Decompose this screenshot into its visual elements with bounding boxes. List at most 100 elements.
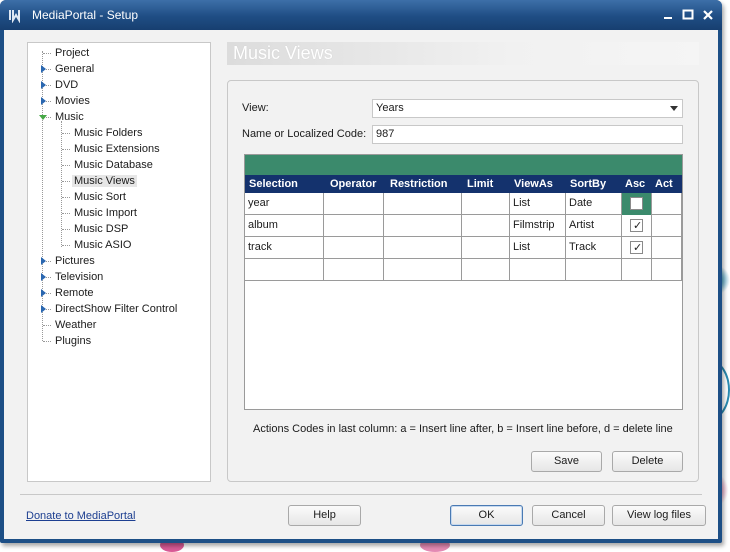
tree-item-music-sort[interactable]: Music Sort xyxy=(72,190,128,204)
tree-item-music-folders[interactable]: Music Folders xyxy=(72,126,144,140)
cell-restriction[interactable] xyxy=(384,193,462,215)
view-dropdown[interactable]: Years xyxy=(372,99,683,118)
delete-button[interactable]: Delete xyxy=(612,451,683,472)
grid-header: Selection Operator Restriction Limit ViewAs S… xyxy=(245,175,682,193)
action-codes-note: Actions Codes in last column: a = Insert… xyxy=(253,423,673,435)
collapsed-arrow-icon[interactable] xyxy=(41,273,46,281)
minimize-button[interactable] xyxy=(660,7,676,23)
cell-viewas[interactable] xyxy=(510,259,566,281)
cell-restriction[interactable] xyxy=(384,215,462,237)
localized-code-field[interactable]: 987 xyxy=(372,125,683,144)
cell-asc[interactable]: ✓ xyxy=(622,237,652,259)
cell-act[interactable] xyxy=(652,237,682,259)
cell-operator[interactable] xyxy=(324,215,384,237)
tree-item-music-dsp[interactable]: Music DSP xyxy=(72,222,130,236)
tree-guide-line xyxy=(43,325,51,326)
tree-item-label: Music Sort xyxy=(74,191,126,203)
help-button[interactable]: Help xyxy=(288,505,361,526)
cell-asc[interactable] xyxy=(622,193,652,215)
cancel-button[interactable]: Cancel xyxy=(532,505,605,526)
tree-item-weather[interactable]: Weather xyxy=(53,318,98,332)
table-row[interactable] xyxy=(245,259,682,281)
views-grid[interactable]: Selection Operator Restriction Limit ViewAs S… xyxy=(244,154,683,410)
tree-item-music-views[interactable]: Music Views xyxy=(72,174,137,188)
cell-asc[interactable]: ✓ xyxy=(622,215,652,237)
tree-item-plugins[interactable]: Plugins xyxy=(53,334,93,348)
cell-limit[interactable] xyxy=(462,259,510,281)
cell-limit[interactable] xyxy=(462,237,510,259)
minimize-icon xyxy=(664,17,672,19)
collapsed-arrow-icon[interactable] xyxy=(41,81,46,89)
tree-item-general[interactable]: General xyxy=(53,62,96,76)
cell-sortby[interactable] xyxy=(566,259,622,281)
collapsed-arrow-icon[interactable] xyxy=(41,289,46,297)
collapsed-arrow-icon[interactable] xyxy=(41,305,46,313)
column-header-restriction[interactable]: Restriction xyxy=(390,175,447,193)
window-title: MediaPortal - Setup xyxy=(32,8,139,22)
maximize-button[interactable] xyxy=(680,7,696,23)
chevron-down-icon[interactable] xyxy=(670,106,678,111)
asc-checkbox[interactable]: ✓ xyxy=(630,241,643,254)
title-bar[interactable]: MediaPortal - Setup xyxy=(0,0,722,30)
close-button[interactable] xyxy=(700,7,716,23)
mediaportal-app-icon xyxy=(9,10,20,23)
tree-item-music[interactable]: Music xyxy=(53,110,86,124)
asc-checkbox[interactable] xyxy=(630,197,643,210)
cell-viewas[interactable]: Filmstrip xyxy=(510,215,566,237)
cell-act[interactable] xyxy=(652,259,682,281)
expanded-arrow-icon[interactable] xyxy=(39,115,47,120)
cell-restriction[interactable] xyxy=(384,237,462,259)
ok-button[interactable]: OK xyxy=(450,505,523,526)
collapsed-arrow-icon[interactable] xyxy=(41,65,46,73)
collapsed-arrow-icon[interactable] xyxy=(41,257,46,265)
cell-selection[interactable]: track xyxy=(245,237,324,259)
cell-asc[interactable] xyxy=(622,259,652,281)
tree-item-dvd[interactable]: DVD xyxy=(53,78,80,92)
cell-act[interactable] xyxy=(652,193,682,215)
cell-viewas[interactable]: List xyxy=(510,193,566,215)
column-header-limit[interactable]: Limit xyxy=(467,175,493,193)
cell-selection[interactable]: album xyxy=(245,215,324,237)
collapsed-arrow-icon[interactable] xyxy=(41,97,46,105)
table-row[interactable]: album Filmstrip Artist ✓ xyxy=(245,215,682,237)
save-button[interactable]: Save xyxy=(531,451,602,472)
tree-item-remote[interactable]: Remote xyxy=(53,286,96,300)
cell-sortby[interactable]: Date xyxy=(566,193,622,215)
cell-limit[interactable] xyxy=(462,215,510,237)
tree-item-movies[interactable]: Movies xyxy=(53,94,92,108)
column-header-selection[interactable]: Selection xyxy=(249,175,298,193)
cell-operator[interactable] xyxy=(324,237,384,259)
cell-viewas[interactable]: List xyxy=(510,237,566,259)
tree-item-television[interactable]: Television xyxy=(53,270,105,284)
tree-item-music-asio[interactable]: Music ASIO xyxy=(72,238,133,252)
maximize-icon xyxy=(682,9,694,20)
cell-limit[interactable] xyxy=(462,193,510,215)
cell-operator[interactable] xyxy=(324,259,384,281)
column-header-operator[interactable]: Operator xyxy=(330,175,376,193)
cell-sortby[interactable]: Artist xyxy=(566,215,622,237)
column-header-viewas[interactable]: ViewAs xyxy=(514,175,553,193)
settings-tree[interactable]: Project General DVD Movies Music Music Folder… xyxy=(27,42,211,482)
tree-item-music-import[interactable]: Music Import xyxy=(72,206,139,220)
cell-selection[interactable] xyxy=(245,259,324,281)
asc-checkbox[interactable]: ✓ xyxy=(630,219,643,232)
view-log-files-button[interactable]: View log files xyxy=(612,505,706,526)
tree-item-music-database[interactable]: Music Database xyxy=(72,158,155,172)
tree-item-music-extensions[interactable]: Music Extensions xyxy=(72,142,162,156)
cell-restriction[interactable] xyxy=(384,259,462,281)
table-row[interactable]: year List Date xyxy=(245,193,682,215)
tree-item-project[interactable]: Project xyxy=(53,46,91,60)
cell-operator[interactable] xyxy=(324,193,384,215)
donate-link[interactable]: Donate to MediaPortal xyxy=(26,510,135,522)
setup-window: MediaPortal - Setup Project General DVD Mov… xyxy=(0,0,722,543)
tree-item-label: Music Import xyxy=(74,207,137,219)
cell-selection[interactable]: year xyxy=(245,193,324,215)
column-header-act[interactable]: Act xyxy=(655,175,673,193)
column-header-asc[interactable]: Asc xyxy=(625,175,645,193)
table-row[interactable]: track List Track ✓ xyxy=(245,237,682,259)
tree-item-pictures[interactable]: Pictures xyxy=(53,254,97,268)
column-header-sortby[interactable]: SortBy xyxy=(570,175,606,193)
cell-act[interactable] xyxy=(652,215,682,237)
tree-item-directshow-filter-control[interactable]: DirectShow Filter Control xyxy=(53,302,179,316)
cell-sortby[interactable]: Track xyxy=(566,237,622,259)
